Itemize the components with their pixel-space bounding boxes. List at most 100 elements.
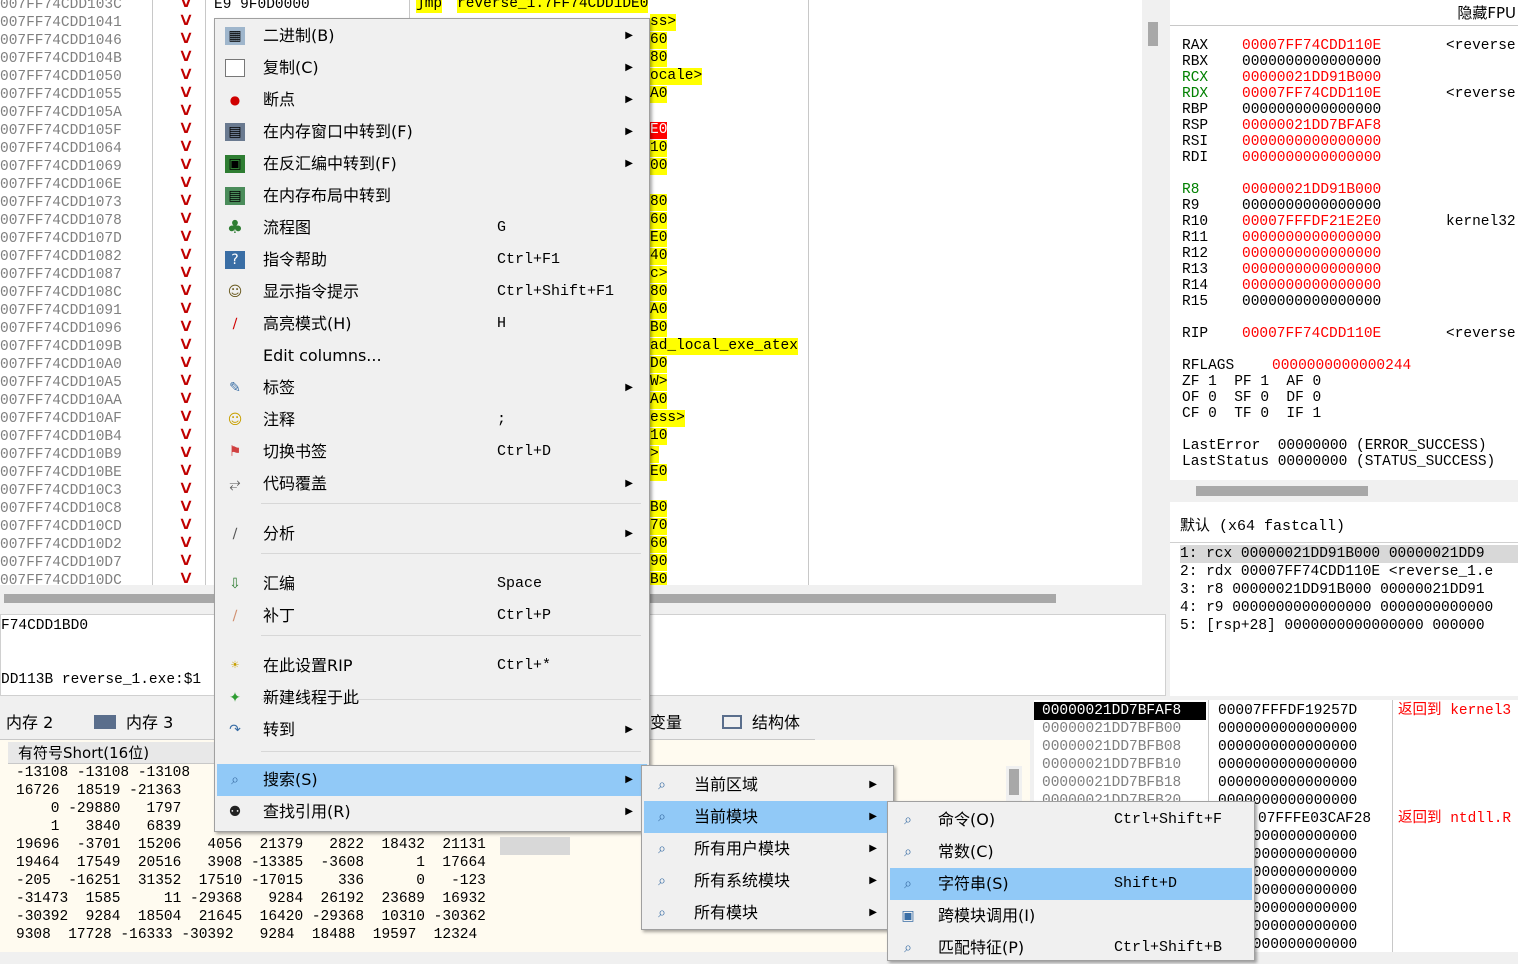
dump-row[interactable]: -31473 1585 11 -29368 9284 26192 23689 1… — [16, 890, 486, 908]
register-value[interactable]: 00007FFFDF21E2E0 — [1242, 214, 1381, 230]
menu-item[interactable]: ⥂ 代码覆盖 ▶ — [217, 468, 647, 500]
address-cell[interactable]: 007FF74CDD10A0 — [0, 356, 150, 374]
search-submenu[interactable]: ⌕ 当前区域 ▶ ⌕ 当前模块 ▶ ⌕ 所有用户模块 ▶ ⌕ 所有系统模块 ▶ ⌕ 所有模块 ▶ — [641, 765, 894, 930]
address-cell[interactable]: 007FF74CDD10D2 — [0, 536, 150, 554]
address-cell[interactable]: 007FF74CDD1073 — [0, 194, 150, 212]
stack-address[interactable]: 00000021DD7BFB08 — [1034, 738, 1206, 756]
argument-row[interactable]: 3: r8 00000021DD91B000 00000021DD91 — [1180, 581, 1485, 599]
dump-row[interactable]: -30392 9284 18504 21645 16420 -29368 103… — [16, 908, 486, 926]
address-cell[interactable]: 007FF74CDD105F — [0, 122, 150, 140]
address-cell[interactable]: 007FF74CDD1078 — [0, 212, 150, 230]
register-value[interactable]: 0000000000000000 — [1242, 198, 1381, 214]
menu-item[interactable]: ⌕ 常数(C) — [890, 836, 1252, 868]
menu-item[interactable]: ⌕ 所有用户模块 ▶ — [644, 833, 891, 865]
register-value[interactable]: 0000000000000000 — [1242, 150, 1381, 166]
menu-item[interactable]: ↷ 转到 ▶ — [217, 714, 647, 746]
menu-item[interactable]: ⌕ 字符串(S) Shift+D — [890, 868, 1252, 900]
address-cell[interactable]: 007FF74CDD1050 — [0, 68, 150, 86]
menu-item[interactable]: ∕ 高亮模式(H) H — [217, 308, 647, 340]
menu-item[interactable]: 复制(C) ▶ — [217, 52, 647, 84]
menu-item[interactable]: ▣ 跨模块调用(I) — [890, 900, 1252, 932]
address-cell[interactable]: 007FF74CDD10AF — [0, 410, 150, 428]
address-cell[interactable]: 007FF74CDD10D7 — [0, 554, 150, 572]
register-value[interactable]: 0000000000000000 — [1242, 102, 1381, 118]
address-cell[interactable]: 007FF74CDD104B — [0, 50, 150, 68]
dump-row[interactable]: 19696 -3701 15206 4056 21379 2822 18432 … — [16, 836, 486, 854]
address-cell[interactable]: 007FF74CDD108C — [0, 284, 150, 302]
scroll-thumb[interactable] — [1196, 486, 1368, 496]
register-value[interactable]: 00007FF74CDD110E — [1242, 326, 1381, 342]
menu-item[interactable]: ⚑ 切换书签 Ctrl+D — [217, 436, 647, 468]
address-cell[interactable]: 007FF74CDD105A — [0, 104, 150, 122]
tab-structs[interactable]: 结构体 — [722, 708, 800, 738]
stack-address[interactable]: 00000021DD7BFB10 — [1034, 756, 1206, 774]
disasm-vscrollbar[interactable] — [1142, 0, 1166, 610]
address-cell[interactable]: 007FF74CDD1069 — [0, 158, 150, 176]
menu-item[interactable]: ⚉ 查找引用(R) ▶ — [217, 796, 647, 828]
scroll-thumb[interactable] — [1148, 22, 1158, 46]
register-value[interactable]: 0000000000000000 — [1242, 54, 1381, 70]
address-cell[interactable]: 007FF74CDD1041 — [0, 14, 150, 32]
register-value[interactable]: 00007FF74CDD110E — [1242, 86, 1381, 102]
address-cell[interactable]: 007FF74CDD106E — [0, 176, 150, 194]
scroll-thumb[interactable] — [1009, 769, 1019, 795]
menu-item[interactable]: ⌕ 所有系统模块 ▶ — [644, 865, 891, 897]
stack-address[interactable]: 00000021DD7BFAF8 — [1034, 702, 1206, 720]
argument-row[interactable]: 5: [rsp+28] 0000000000000000 000000 — [1180, 617, 1485, 635]
flags-row[interactable]: ZF 1 PF 1 AF 0 — [1182, 374, 1321, 390]
address-cell[interactable]: 007FF74CDD1091 — [0, 302, 150, 320]
stack-address[interactable]: 00000021DD7BFB00 — [1034, 720, 1206, 738]
register-value[interactable]: 00000021DD91B000 — [1242, 182, 1381, 198]
menu-item[interactable]: ⌕ 搜索(S) ▶ — [217, 764, 647, 796]
address-cell[interactable]: 007FF74CDD109B — [0, 338, 150, 356]
tab-memory-3[interactable]: 内存 3 — [94, 708, 173, 738]
dump-row[interactable]: 9308 17728 -16333 -30392 9284 18488 1959… — [16, 926, 477, 944]
argument-row[interactable]: 1: rcx 00000021DD91B000 00000021DD9 — [1180, 545, 1518, 563]
address-cell[interactable]: 007FF74CDD1087 — [0, 266, 150, 284]
menu-item[interactable]: ⌕ 当前区域 ▶ — [644, 769, 891, 801]
register-value[interactable]: 00000021DD7BFAF8 — [1242, 118, 1381, 134]
menu-item[interactable]: ∕ 补丁 Ctrl+P — [217, 600, 647, 632]
address-cell[interactable]: 007FF74CDD1096 — [0, 320, 150, 338]
dump-row[interactable]: 16726 18519 -21363 — [16, 782, 181, 800]
stack-address[interactable]: 00000021DD7BFB18 — [1034, 774, 1206, 792]
menu-item[interactable]: ∕ 分析 ▶ — [217, 518, 647, 550]
menu-item[interactable]: ☺ 注释; — [217, 404, 647, 436]
registers-hscrollbar[interactable] — [1170, 480, 1518, 502]
menu-item[interactable]: ▦ 二进制(B) ▶ — [217, 20, 647, 52]
argument-row[interactable]: 2: rdx 00007FF74CDD110E <reverse_1.e — [1180, 563, 1493, 581]
address-cell[interactable]: 007FF74CDD107D — [0, 230, 150, 248]
register-value[interactable]: 0000000000000000 — [1242, 278, 1381, 294]
menu-item[interactable]: ▤ 在内存窗口中转到(F) ▶ — [217, 116, 647, 148]
menu-item[interactable]: ▤ 在内存布局中转到 — [217, 180, 647, 212]
call-arguments-panel[interactable]: 1: rcx 00000021DD91B000 00000021DD9 2: rd… — [1170, 542, 1518, 696]
dump-row[interactable]: 19464 17549 20516 3908 -13385 -3608 1 17… — [16, 854, 486, 872]
address-cell[interactable]: 007FF74CDD10B9 — [0, 446, 150, 464]
stack-value[interactable]: 00007FFFDF19257D — [1218, 702, 1357, 720]
argument-row[interactable]: 4: r9 0000000000000000 0000000000000 — [1180, 599, 1493, 617]
menu-item[interactable]: ⇩ 汇编 Space — [217, 568, 647, 600]
register-value[interactable]: 0000000000000000 — [1242, 230, 1381, 246]
menu-item[interactable]: ⌕ 当前模块 ▶ — [644, 801, 891, 833]
address-cell[interactable]: 007FF74CDD10AA — [0, 392, 150, 410]
rflags-value[interactable]: 0000000000000244 — [1272, 358, 1411, 374]
address-cell[interactable]: 007FF74CDD103C — [0, 0, 150, 14]
tab-memory-2[interactable]: 内存 2 — [6, 708, 53, 738]
dump-row[interactable]: -13108 -13108 -13108 — [16, 764, 190, 782]
stack-value[interactable]: 07FFFE03CAF28 — [1258, 810, 1371, 828]
register-value[interactable]: 00000021DD91B000 — [1242, 70, 1381, 86]
address-cell[interactable]: 007FF74CDD10A5 — [0, 374, 150, 392]
menu-item[interactable]: ☀ 在此设置RIP Ctrl+* — [217, 650, 647, 682]
menu-item[interactable]: ⌕ 匹配特征(P) Ctrl+Shift+B — [890, 932, 1252, 964]
flags-row[interactable]: OF 0 SF 0 DF 0 — [1182, 390, 1321, 406]
stack-value[interactable]: 0000000000000000 — [1218, 738, 1357, 756]
tab-variables[interactable]: 变量 — [650, 708, 682, 738]
context-menu[interactable]: ▦ 二进制(B) ▶ 复制(C) ▶ ● 断点 ▶ ▤ 在内存窗口中转到(F) ▶ ▣ 在反汇编中转到(… — [214, 18, 650, 832]
menu-item[interactable]: ⌕ 所有模块 ▶ — [644, 897, 891, 929]
menu-item[interactable]: ▣ 在反汇编中转到(F) ▶ — [217, 148, 647, 180]
menu-item[interactable]: ? 指令帮助 Ctrl+F1 — [217, 244, 647, 276]
menu-item[interactable]: ⌕ 命令(O) Ctrl+Shift+F — [890, 804, 1252, 836]
registers-panel[interactable]: RAX 00007FF74CDD110E <reverse RBX 0000000000… — [1170, 26, 1518, 506]
register-value[interactable]: 0000000000000000 — [1242, 246, 1381, 262]
menu-item[interactable]: ✎ 标签 ▶ — [217, 372, 647, 404]
